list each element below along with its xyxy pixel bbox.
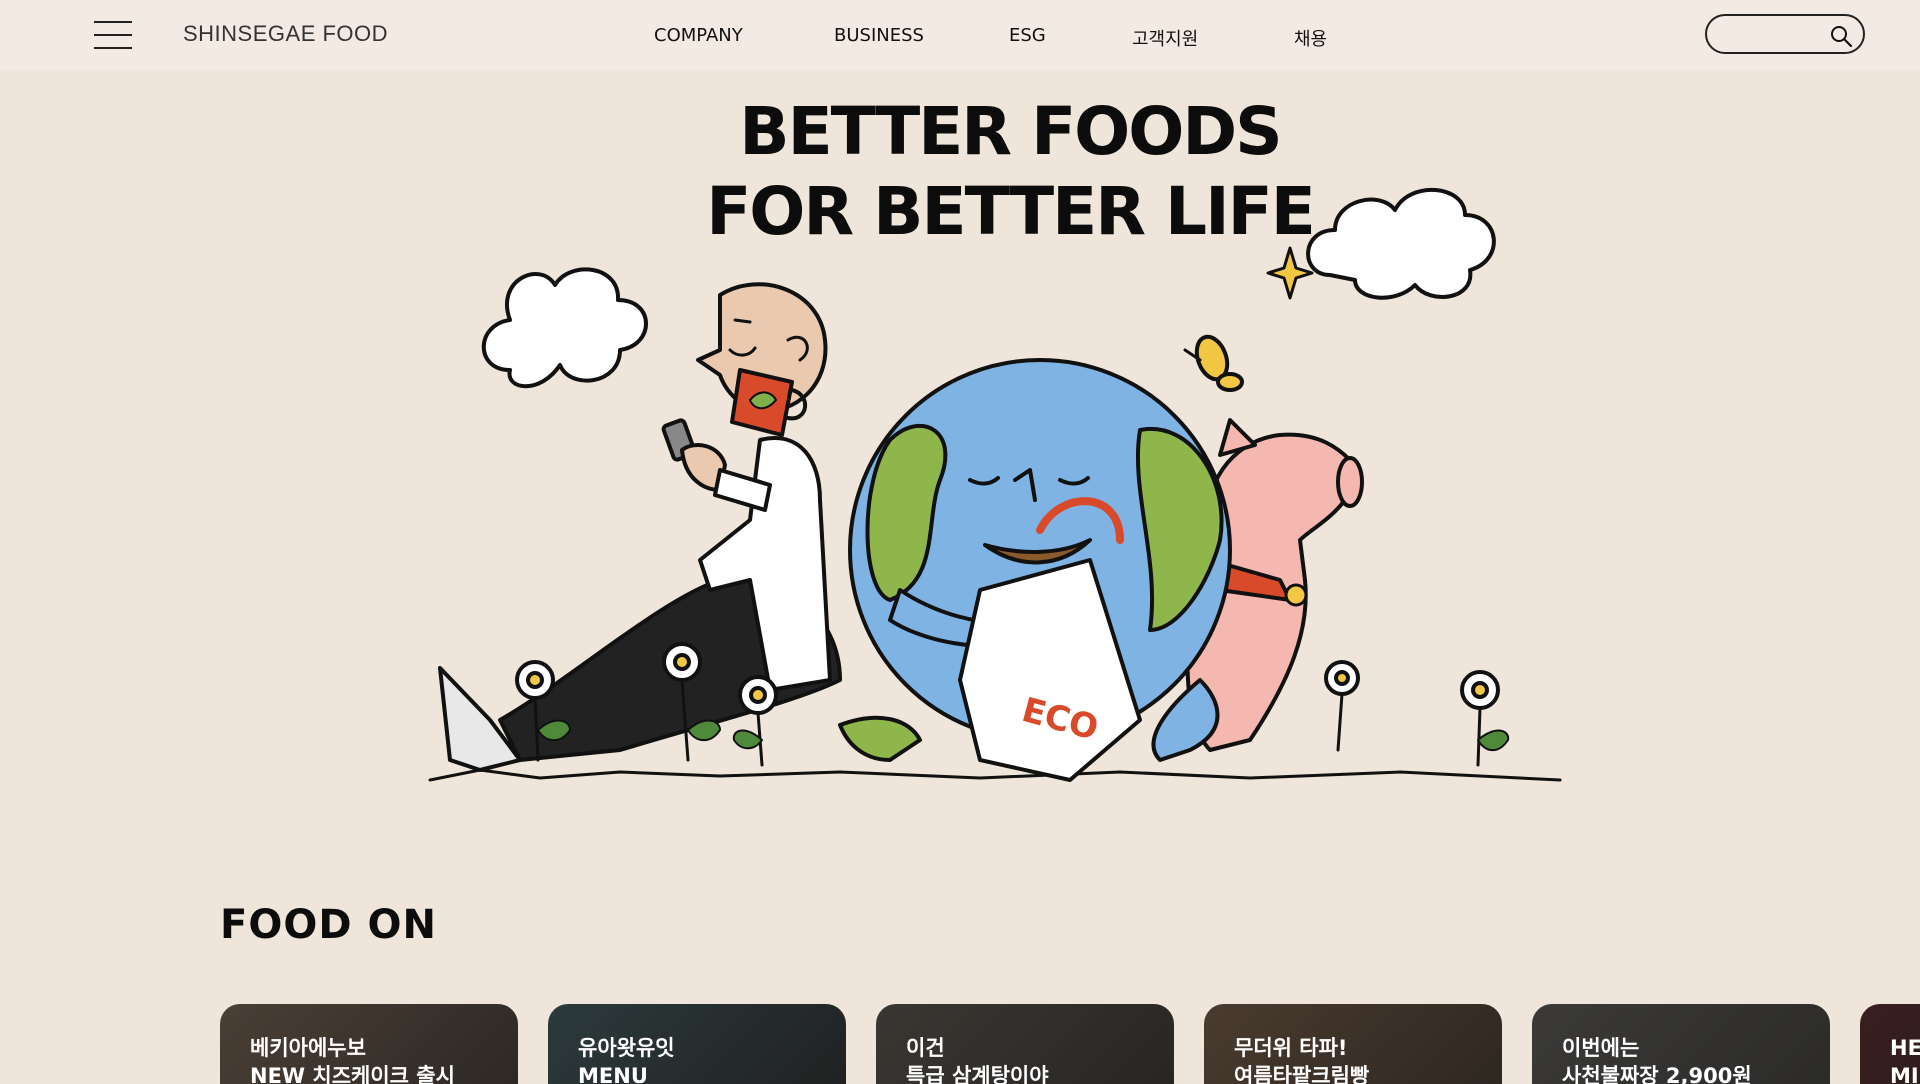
flower-icon: [1324, 660, 1360, 752]
food-card-text: 무더위 타파! 여름타팥크림빵: [1234, 1034, 1369, 1084]
food-card-line2: MENU: [578, 1064, 648, 1084]
food-card[interactable]: 유아왓유잇 MENU: [548, 1004, 846, 1084]
food-card-line1: 베키아에누보: [250, 1036, 366, 1060]
nav-customer-support[interactable]: 고객지원: [1132, 25, 1198, 51]
nav-company[interactable]: COMPANY: [654, 25, 743, 46]
sparkle-icon: [1266, 246, 1314, 300]
flower-icon: [732, 675, 778, 767]
food-card-text: 이건 특급 삼계탕이야: [906, 1034, 1049, 1084]
food-card-line1: 이번에는: [1562, 1036, 1640, 1060]
nav-business[interactable]: BUSINESS: [834, 25, 924, 46]
butterfly-icon: [1183, 334, 1244, 392]
food-card-text: HE MI: [1890, 1034, 1920, 1084]
food-card[interactable]: 이건 특급 삼계탕이야: [876, 1004, 1174, 1084]
search-input[interactable]: [1721, 23, 1821, 45]
flower-icon: [1460, 670, 1510, 767]
food-card-line1: 무더위 타파!: [1234, 1036, 1348, 1060]
food-card[interactable]: 무더위 타파! 여름타팥크림빵: [1204, 1004, 1502, 1084]
cloud-icon: [481, 267, 648, 389]
food-on-carousel: 베키아에누보 NEW 치즈케이크 출시 유아왓유잇 MENU 이건 특급 삼계탕…: [220, 1004, 1920, 1084]
food-card-line2: NEW 치즈케이크 출시: [250, 1064, 455, 1084]
site-header: SHINSEGAE FOOD COMPANY BUSINESS ESG 고객지원…: [0, 0, 1920, 70]
food-card-line2: MI: [1890, 1064, 1919, 1084]
section-title-food-on: FOOD ON: [220, 902, 437, 948]
food-card[interactable]: 이번에는 사천불짜장 2,900원: [1532, 1004, 1830, 1084]
food-card-line2: 사천불짜장 2,900원: [1562, 1064, 1752, 1084]
search-icon[interactable]: [1829, 24, 1853, 48]
food-card[interactable]: HE MI: [1860, 1004, 1920, 1084]
food-card-line2: 여름타팥크림빵: [1234, 1064, 1370, 1084]
food-card[interactable]: 베키아에누보 NEW 치즈케이크 출시: [220, 1004, 518, 1084]
nav-careers[interactable]: 채용: [1294, 25, 1327, 51]
food-card-line2: 특급 삼계탕이야: [906, 1064, 1049, 1084]
main-nav: COMPANY BUSINESS ESG 고객지원 채용: [0, 25, 1920, 51]
cloud-icon: [1306, 187, 1496, 300]
search-box: [1705, 14, 1865, 54]
food-card-line1: 이건: [906, 1036, 945, 1060]
food-card-line1: 유아왓유잇: [578, 1036, 675, 1060]
food-card-text: 이번에는 사천불짜장 2,900원: [1562, 1034, 1752, 1084]
hero-illustration: ECO: [428, 187, 1562, 782]
nav-esg[interactable]: ESG: [1009, 25, 1046, 46]
food-card-text: 베키아에누보 NEW 치즈케이크 출시: [250, 1034, 455, 1084]
food-card-line1: HE: [1890, 1036, 1920, 1060]
food-card-text: 유아왓유잇 MENU: [578, 1034, 675, 1084]
